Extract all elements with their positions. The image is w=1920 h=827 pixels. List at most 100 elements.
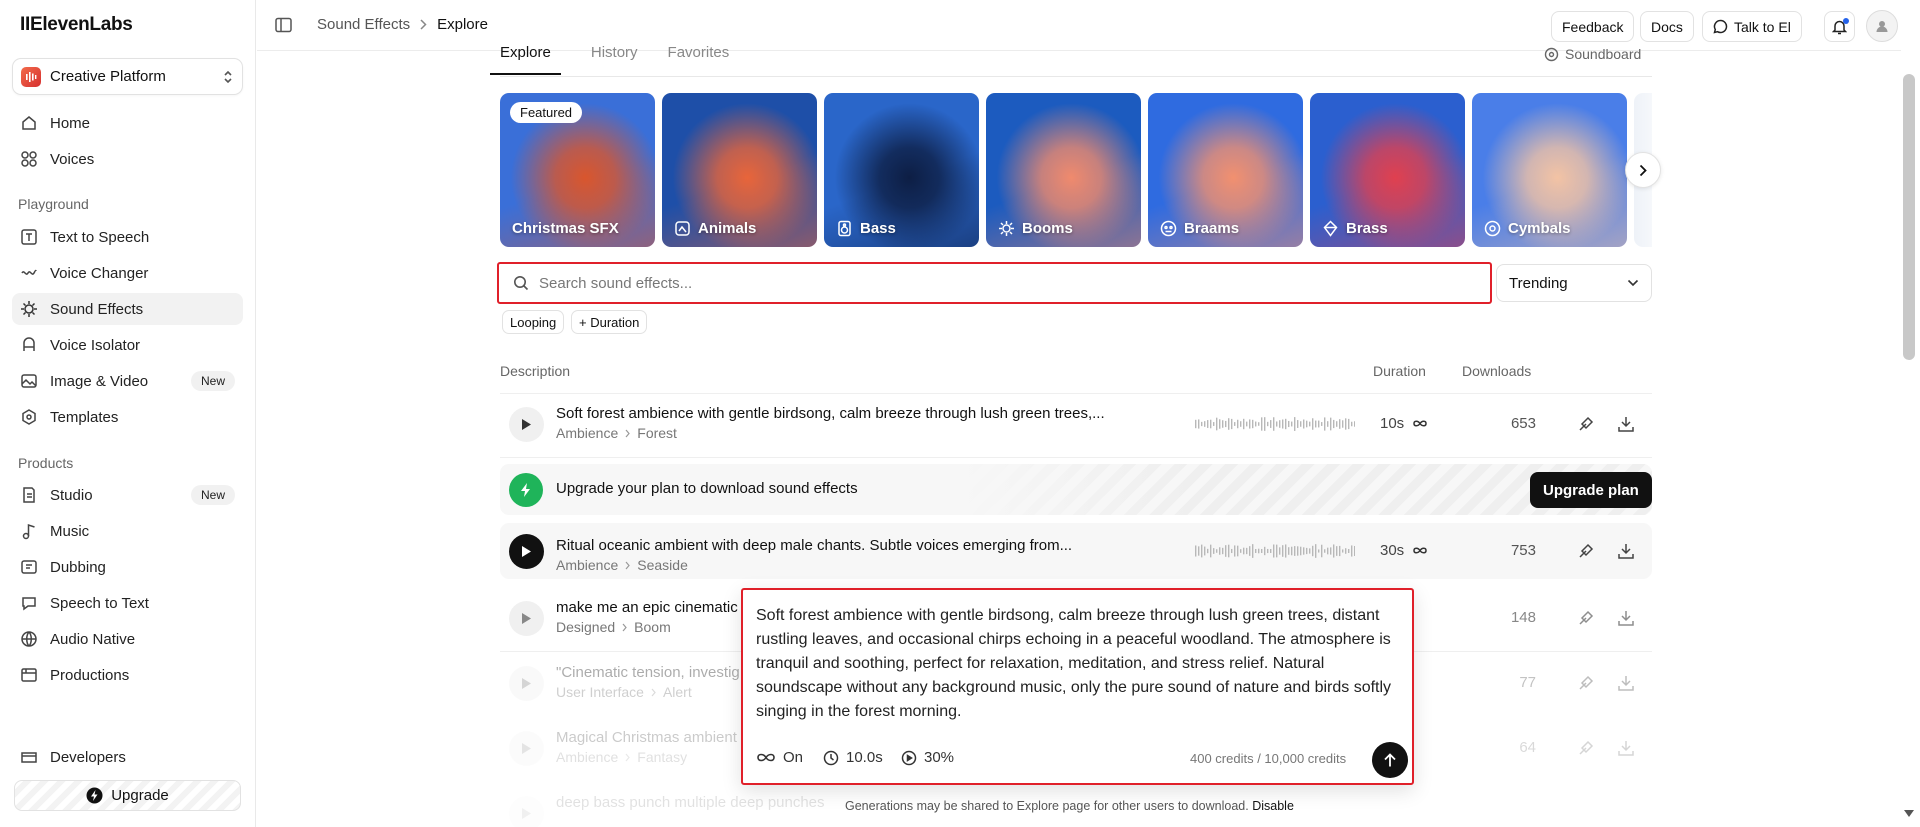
sidebar-item-productions[interactable]: Productions <box>12 659 243 691</box>
logo[interactable]: IIElevenLabs <box>20 14 133 36</box>
sidebar-item-voices[interactable]: Voices <box>12 143 243 175</box>
category-card-animals[interactable]: Animals <box>662 93 817 247</box>
waveform-bar <box>1213 548 1215 554</box>
upgrade-plan-button[interactable]: Upgrade plan <box>1530 472 1652 508</box>
download-icon[interactable] <box>1617 415 1635 433</box>
sidebar-item-dubbing[interactable]: Dubbing <box>12 551 243 583</box>
sidebar-item-voice-changer[interactable]: Voice Changer <box>12 257 243 289</box>
bell-icon <box>1832 17 1849 35</box>
table-row[interactable]: Ritual oceanic ambient with deep male ch… <box>500 523 1652 579</box>
play-button[interactable] <box>509 534 544 569</box>
waveform-bar <box>1264 546 1266 556</box>
waveform-bar <box>1336 546 1338 556</box>
voice-isolator-icon <box>20 336 38 354</box>
sort-select[interactable]: Trending <box>1496 264 1652 302</box>
generate-button[interactable] <box>1372 742 1408 778</box>
category-card-cymbals[interactable]: Cymbals <box>1472 93 1627 247</box>
row-category: Ambience Seaside <box>556 557 688 573</box>
sidebar-item-speech-to-text[interactable]: Speech to Text <box>12 587 243 619</box>
waveform-bar <box>1294 417 1296 431</box>
sidebar-item-music[interactable]: Music <box>12 515 243 547</box>
sidebar-item-label: Audio Native <box>50 630 136 648</box>
looping-filter[interactable]: Looping <box>502 310 565 334</box>
productions-icon <box>20 666 38 684</box>
row-downloads: 653 <box>1510 415 1536 432</box>
dubbing-icon <box>20 558 38 576</box>
category-card-brass[interactable]: Brass <box>1310 93 1465 247</box>
sidebar-item-studio[interactable]: Studio New <box>12 479 243 511</box>
remix-icon[interactable] <box>1577 415 1595 433</box>
disable-link[interactable]: Disable <box>1252 799 1294 813</box>
upgrade-button[interactable]: Upgrade <box>14 780 241 811</box>
remix-icon[interactable] <box>1577 739 1595 757</box>
waveform-bar <box>1318 549 1320 553</box>
waveform-bar <box>1276 421 1278 427</box>
download-icon[interactable] <box>1617 674 1635 692</box>
waveform-bar <box>1294 546 1296 556</box>
waveform-bar <box>1240 549 1242 553</box>
duration-setting[interactable]: 10.0s <box>823 749 883 766</box>
download-icon[interactable] <box>1617 609 1635 627</box>
category-card-bass[interactable]: Bass <box>824 93 979 247</box>
tab-explore[interactable]: Explore <box>490 40 561 75</box>
duration-filter[interactable]: + Duration <box>571 310 648 334</box>
search-input[interactable] <box>539 274 1490 292</box>
tab-history[interactable]: History <box>591 40 638 75</box>
scrollbar-thumb[interactable] <box>1903 74 1915 360</box>
loop-icon <box>1412 546 1428 555</box>
remix-icon[interactable] <box>1577 674 1595 692</box>
waveform-bar <box>1243 547 1245 555</box>
waveform-bar <box>1204 421 1206 427</box>
waveform-bar <box>1339 545 1341 557</box>
download-icon[interactable] <box>1617 739 1635 757</box>
breadcrumb-sound-effects[interactable]: Sound Effects <box>317 16 410 33</box>
sidebar-item-audio-native[interactable]: Audio Native <box>12 623 243 655</box>
loop-toggle[interactable]: On <box>756 749 803 766</box>
sidebar-item-label: Dubbing <box>50 558 106 576</box>
card-label: Animals <box>674 220 756 237</box>
sidebar-item-text-to-speech[interactable]: Text to Speech <box>12 221 243 253</box>
sidebar-item-home[interactable]: Home <box>12 107 243 139</box>
sidebar-item-templates[interactable]: Templates <box>12 401 243 433</box>
scroll-down-arrow-icon[interactable] <box>1904 810 1914 818</box>
sidebar-item-voice-isolator[interactable]: Voice Isolator <box>12 329 243 361</box>
docs-button[interactable]: Docs <box>1640 11 1694 42</box>
workspace-switcher[interactable]: Creative Platform <box>12 58 243 95</box>
prompt-influence-setting[interactable]: 30% <box>901 749 954 766</box>
play-button[interactable] <box>509 731 544 766</box>
waveform-bar <box>1249 419 1251 429</box>
carousel-next-button[interactable] <box>1625 152 1661 188</box>
bolt-icon <box>509 473 543 507</box>
waveform-bar <box>1201 421 1203 427</box>
row-duration: 30s <box>1380 542 1428 559</box>
developers-icon <box>20 748 38 766</box>
notifications-button[interactable] <box>1824 11 1855 42</box>
sidebar-item-developers[interactable]: Developers <box>12 741 243 773</box>
prompt-textarea[interactable]: Soft forest ambience with gentle birdson… <box>756 604 1396 724</box>
play-button[interactable] <box>509 796 544 827</box>
waveform-bar <box>1204 546 1206 556</box>
category-card-booms[interactable]: Booms <box>986 93 1141 247</box>
soundboard-link[interactable]: Soundboard <box>1544 46 1641 62</box>
category-card-christmas-sfx[interactable]: Featured Christmas SFX <box>500 93 655 247</box>
play-button[interactable] <box>509 666 544 701</box>
category-card-braams[interactable]: Braams <box>1148 93 1303 247</box>
sidebar-item-sound-effects[interactable]: Sound Effects <box>12 293 243 325</box>
remix-icon[interactable] <box>1577 542 1595 560</box>
avatar[interactable] <box>1866 10 1898 42</box>
play-button[interactable] <box>509 601 544 636</box>
waveform-bar <box>1345 548 1347 554</box>
table-row[interactable]: Soft forest ambience with gentle birdson… <box>500 393 1652 455</box>
waveform-bar <box>1309 421 1311 427</box>
feedback-button[interactable]: Feedback <box>1551 11 1635 42</box>
row-title: Ritual oceanic ambient with deep male ch… <box>556 537 1073 554</box>
play-button[interactable] <box>509 407 544 442</box>
sidebar-toggle-icon[interactable] <box>275 17 292 33</box>
card-label: Cymbals <box>1484 220 1571 237</box>
new-badge: New <box>190 371 235 391</box>
sidebar-item-image-video[interactable]: Image & Video New <box>12 365 243 397</box>
tab-favorites[interactable]: Favorites <box>668 40 730 75</box>
download-icon[interactable] <box>1617 542 1635 560</box>
talk-to-el-button[interactable]: Talk to El <box>1702 11 1802 42</box>
remix-icon[interactable] <box>1577 609 1595 627</box>
